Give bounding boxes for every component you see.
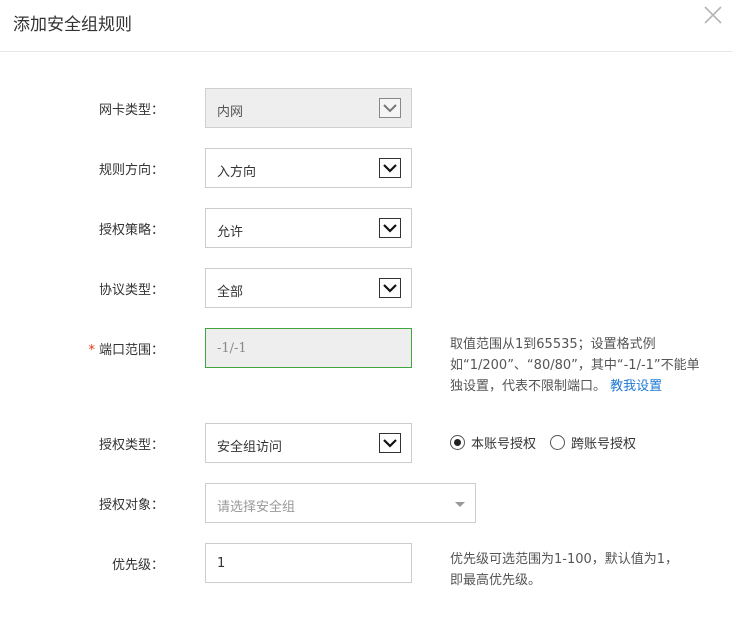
priority-input[interactable]: 1 xyxy=(205,543,412,583)
close-icon xyxy=(704,6,722,24)
radio-this-account[interactable]: 本账号授权 xyxy=(450,433,536,452)
policy-select[interactable]: 允许 xyxy=(205,208,412,248)
auth-type-select[interactable]: 安全组访问 xyxy=(205,423,412,463)
auth-scope-radio-group: 本账号授权 跨账号授权 xyxy=(450,432,650,452)
priority-help: 优先级可选范围为1-100，默认值为1， 即最高优先级。 xyxy=(450,549,725,591)
chevron-down-icon xyxy=(383,104,397,113)
direction-dropdown-button[interactable] xyxy=(379,158,401,178)
policy-dropdown-button[interactable] xyxy=(379,218,401,238)
radio-cross-account[interactable]: 跨账号授权 xyxy=(550,433,636,452)
chevron-down-icon xyxy=(383,439,397,448)
radio-cross-account-circle[interactable] xyxy=(550,434,566,450)
auth-type-label: 授权类型： xyxy=(98,438,164,453)
auth-object-label: 授权对象： xyxy=(98,498,164,513)
priority-value: 1 xyxy=(217,556,226,571)
policy-label: 授权策略： xyxy=(98,223,164,238)
priority-help-line1: 优先级可选范围为1-100，默认值为1， xyxy=(450,552,679,567)
radio-cross-account-label: 跨账号授权 xyxy=(571,436,637,452)
nic-type-select: 内网 xyxy=(205,88,412,128)
dialog-header: 添加安全组规则 xyxy=(0,0,732,52)
auth-type-dropdown-button[interactable] xyxy=(379,433,401,453)
priority-help-line2: 即最高优先级。 xyxy=(450,573,542,588)
close-button[interactable] xyxy=(702,4,724,26)
radio-this-account-circle[interactable] xyxy=(450,434,465,450)
dialog-title: 添加安全组规则 xyxy=(13,15,132,35)
port-range-label-text: 端口范围： xyxy=(98,343,164,358)
protocol-select[interactable]: 全部 xyxy=(205,268,412,308)
direction-select[interactable]: 入方向 xyxy=(205,148,412,188)
port-range-value: -1/-1 xyxy=(217,341,247,356)
priority-label: 优先级： xyxy=(111,558,164,573)
protocol-value: 全部 xyxy=(217,285,244,300)
caret-down-icon xyxy=(455,502,465,507)
protocol-label: 协议类型： xyxy=(98,283,164,298)
direction-value: 入方向 xyxy=(217,165,257,180)
radio-this-account-label: 本账号授权 xyxy=(471,436,537,452)
port-range-help-line3: 独设置，代表不限制端口。 xyxy=(450,379,607,394)
chevron-down-icon xyxy=(383,284,397,293)
nic-type-label: 网卡类型： xyxy=(98,103,164,118)
auth-type-value: 安全组访问 xyxy=(217,440,283,455)
port-range-help: 取值范围从1到65535；设置格式例 如“1/200”、“80/80”，其中“-… xyxy=(450,334,725,397)
port-range-label: * 端口范围： xyxy=(60,339,164,358)
nic-type-value: 内网 xyxy=(217,105,244,120)
policy-value: 允许 xyxy=(217,225,244,240)
required-mark: * xyxy=(88,343,95,358)
direction-label: 规则方向： xyxy=(98,163,164,178)
port-range-help-line3-wrap: 独设置，代表不限制端口。 教我设置 xyxy=(450,376,725,397)
help-link[interactable]: 教我设置 xyxy=(610,379,662,394)
auth-object-placeholder: 请选择安全组 xyxy=(217,500,296,515)
port-range-input[interactable]: -1/-1 xyxy=(205,328,412,368)
protocol-dropdown-button[interactable] xyxy=(379,278,401,298)
auth-object-select[interactable]: 请选择安全组 xyxy=(205,483,476,523)
port-range-help-line2: 如“1/200”、“80/80”，其中“-1/-1”不能单 xyxy=(450,358,700,373)
port-range-help-line1: 取值范围从1到65535；设置格式例 xyxy=(450,337,656,352)
nic-type-dropdown-button xyxy=(379,98,401,118)
chevron-down-icon xyxy=(383,224,397,233)
chevron-down-icon xyxy=(383,164,397,173)
